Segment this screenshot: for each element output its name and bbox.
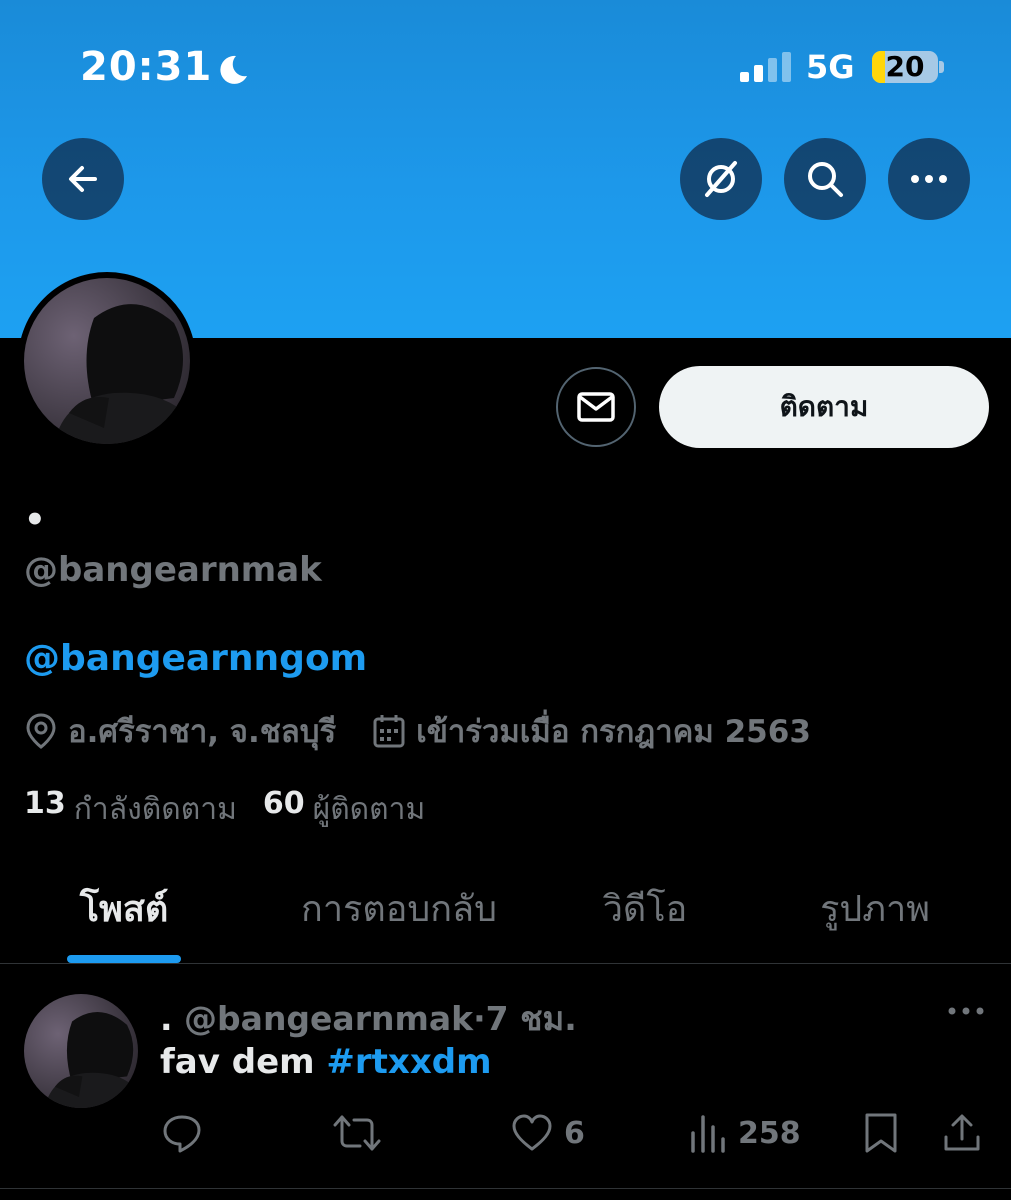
battery-indicator: 20: [872, 51, 938, 83]
back-arrow-icon: [69, 166, 97, 192]
search-icon: [808, 162, 843, 197]
network-type: 5G: [806, 48, 855, 86]
repost-icon: [333, 1115, 381, 1151]
post-header: . @bangearnmak·7 ชม.: [160, 992, 577, 1045]
bio-mention-link[interactable]: @bangearnngom: [24, 638, 367, 679]
bookmark-button[interactable]: [862, 1108, 910, 1158]
grok-icon: [705, 161, 737, 197]
reply-button[interactable]: [160, 1108, 214, 1158]
battery-cap: [939, 61, 944, 73]
message-button[interactable]: [556, 367, 636, 447]
following-label: กำลังติดตาม: [73, 792, 237, 827]
profile-location: อ.ศรีราชา, จ.ชลบุรี: [68, 714, 337, 750]
views-button[interactable]: 258: [688, 1108, 801, 1158]
post-text: fav dem #rtxxdm: [160, 1042, 492, 1082]
post-hashtag[interactable]: #rtxxdm: [326, 1042, 491, 1082]
avatar-photo: [24, 278, 190, 444]
follow-button[interactable]: ติดตาม: [659, 366, 989, 448]
battery-percent: 20: [885, 51, 925, 83]
post-handle[interactable]: @bangearnmak: [184, 999, 473, 1038]
envelope-icon: [577, 392, 615, 422]
avatar-photo-small: [24, 994, 138, 1108]
status-time: 20:31: [80, 44, 213, 90]
tab-posts[interactable]: โพสต์: [40, 880, 208, 940]
tab-replies[interactable]: การตอบกลับ: [270, 880, 528, 940]
active-tab-indicator: [67, 955, 181, 963]
followers-count: 60: [262, 786, 305, 821]
following-link[interactable]: 13 กำลังติดตาม: [24, 786, 237, 833]
more-icon: [911, 175, 947, 183]
post-display-name[interactable]: .: [160, 999, 173, 1038]
view-count: 258: [738, 1115, 801, 1151]
joined-date: เข้าร่วมเมื่อ กรกฎาคม 2563: [416, 714, 811, 750]
moon-icon: [220, 55, 247, 84]
post-avatar[interactable]: [24, 994, 138, 1108]
more-button[interactable]: [888, 138, 970, 220]
share-button[interactable]: [942, 1108, 992, 1158]
tab-photos[interactable]: รูปภาพ: [790, 880, 960, 940]
heart-icon: [512, 1114, 552, 1151]
display-name: •: [24, 500, 46, 540]
location-pin-icon: [26, 713, 56, 749]
like-count: 6: [564, 1115, 585, 1151]
views-chart-icon: [691, 1115, 725, 1153]
following-count: 13: [24, 786, 66, 821]
followers-link[interactable]: 60 ผู้ติดตาม: [263, 786, 425, 833]
post-time[interactable]: 7 ชม.: [486, 999, 577, 1038]
calendar-icon: [373, 715, 405, 748]
search-button[interactable]: [784, 138, 866, 220]
bookmark-icon: [865, 1113, 897, 1153]
like-button[interactable]: 6: [510, 1108, 585, 1158]
follow-stats: 13 กำลังติดตาม 60 ผู้ติดตาม: [24, 786, 425, 833]
post-more-icon[interactable]: [944, 994, 988, 1028]
repost-button[interactable]: [332, 1108, 392, 1158]
tab-videos[interactable]: วิดีโอ: [570, 880, 720, 940]
profile-handle: @bangearnmak: [24, 550, 322, 590]
back-button[interactable]: [42, 138, 124, 220]
share-icon: [944, 1114, 980, 1151]
followers-label: ผู้ติดตาม: [312, 792, 426, 827]
post-divider: [0, 1188, 1011, 1189]
post-body: fav dem: [160, 1042, 315, 1082]
post-separator: ·: [473, 999, 486, 1038]
grok-button[interactable]: [680, 138, 762, 220]
tabs-divider: [0, 963, 1011, 964]
reply-icon: [163, 1115, 201, 1153]
profile-avatar[interactable]: [24, 278, 190, 444]
signal-icon: [740, 52, 791, 82]
profile-meta: อ.ศรีราชา, จ.ชลบุรี เข้าร่วมเมื่อ กรกฎาค…: [24, 706, 811, 756]
